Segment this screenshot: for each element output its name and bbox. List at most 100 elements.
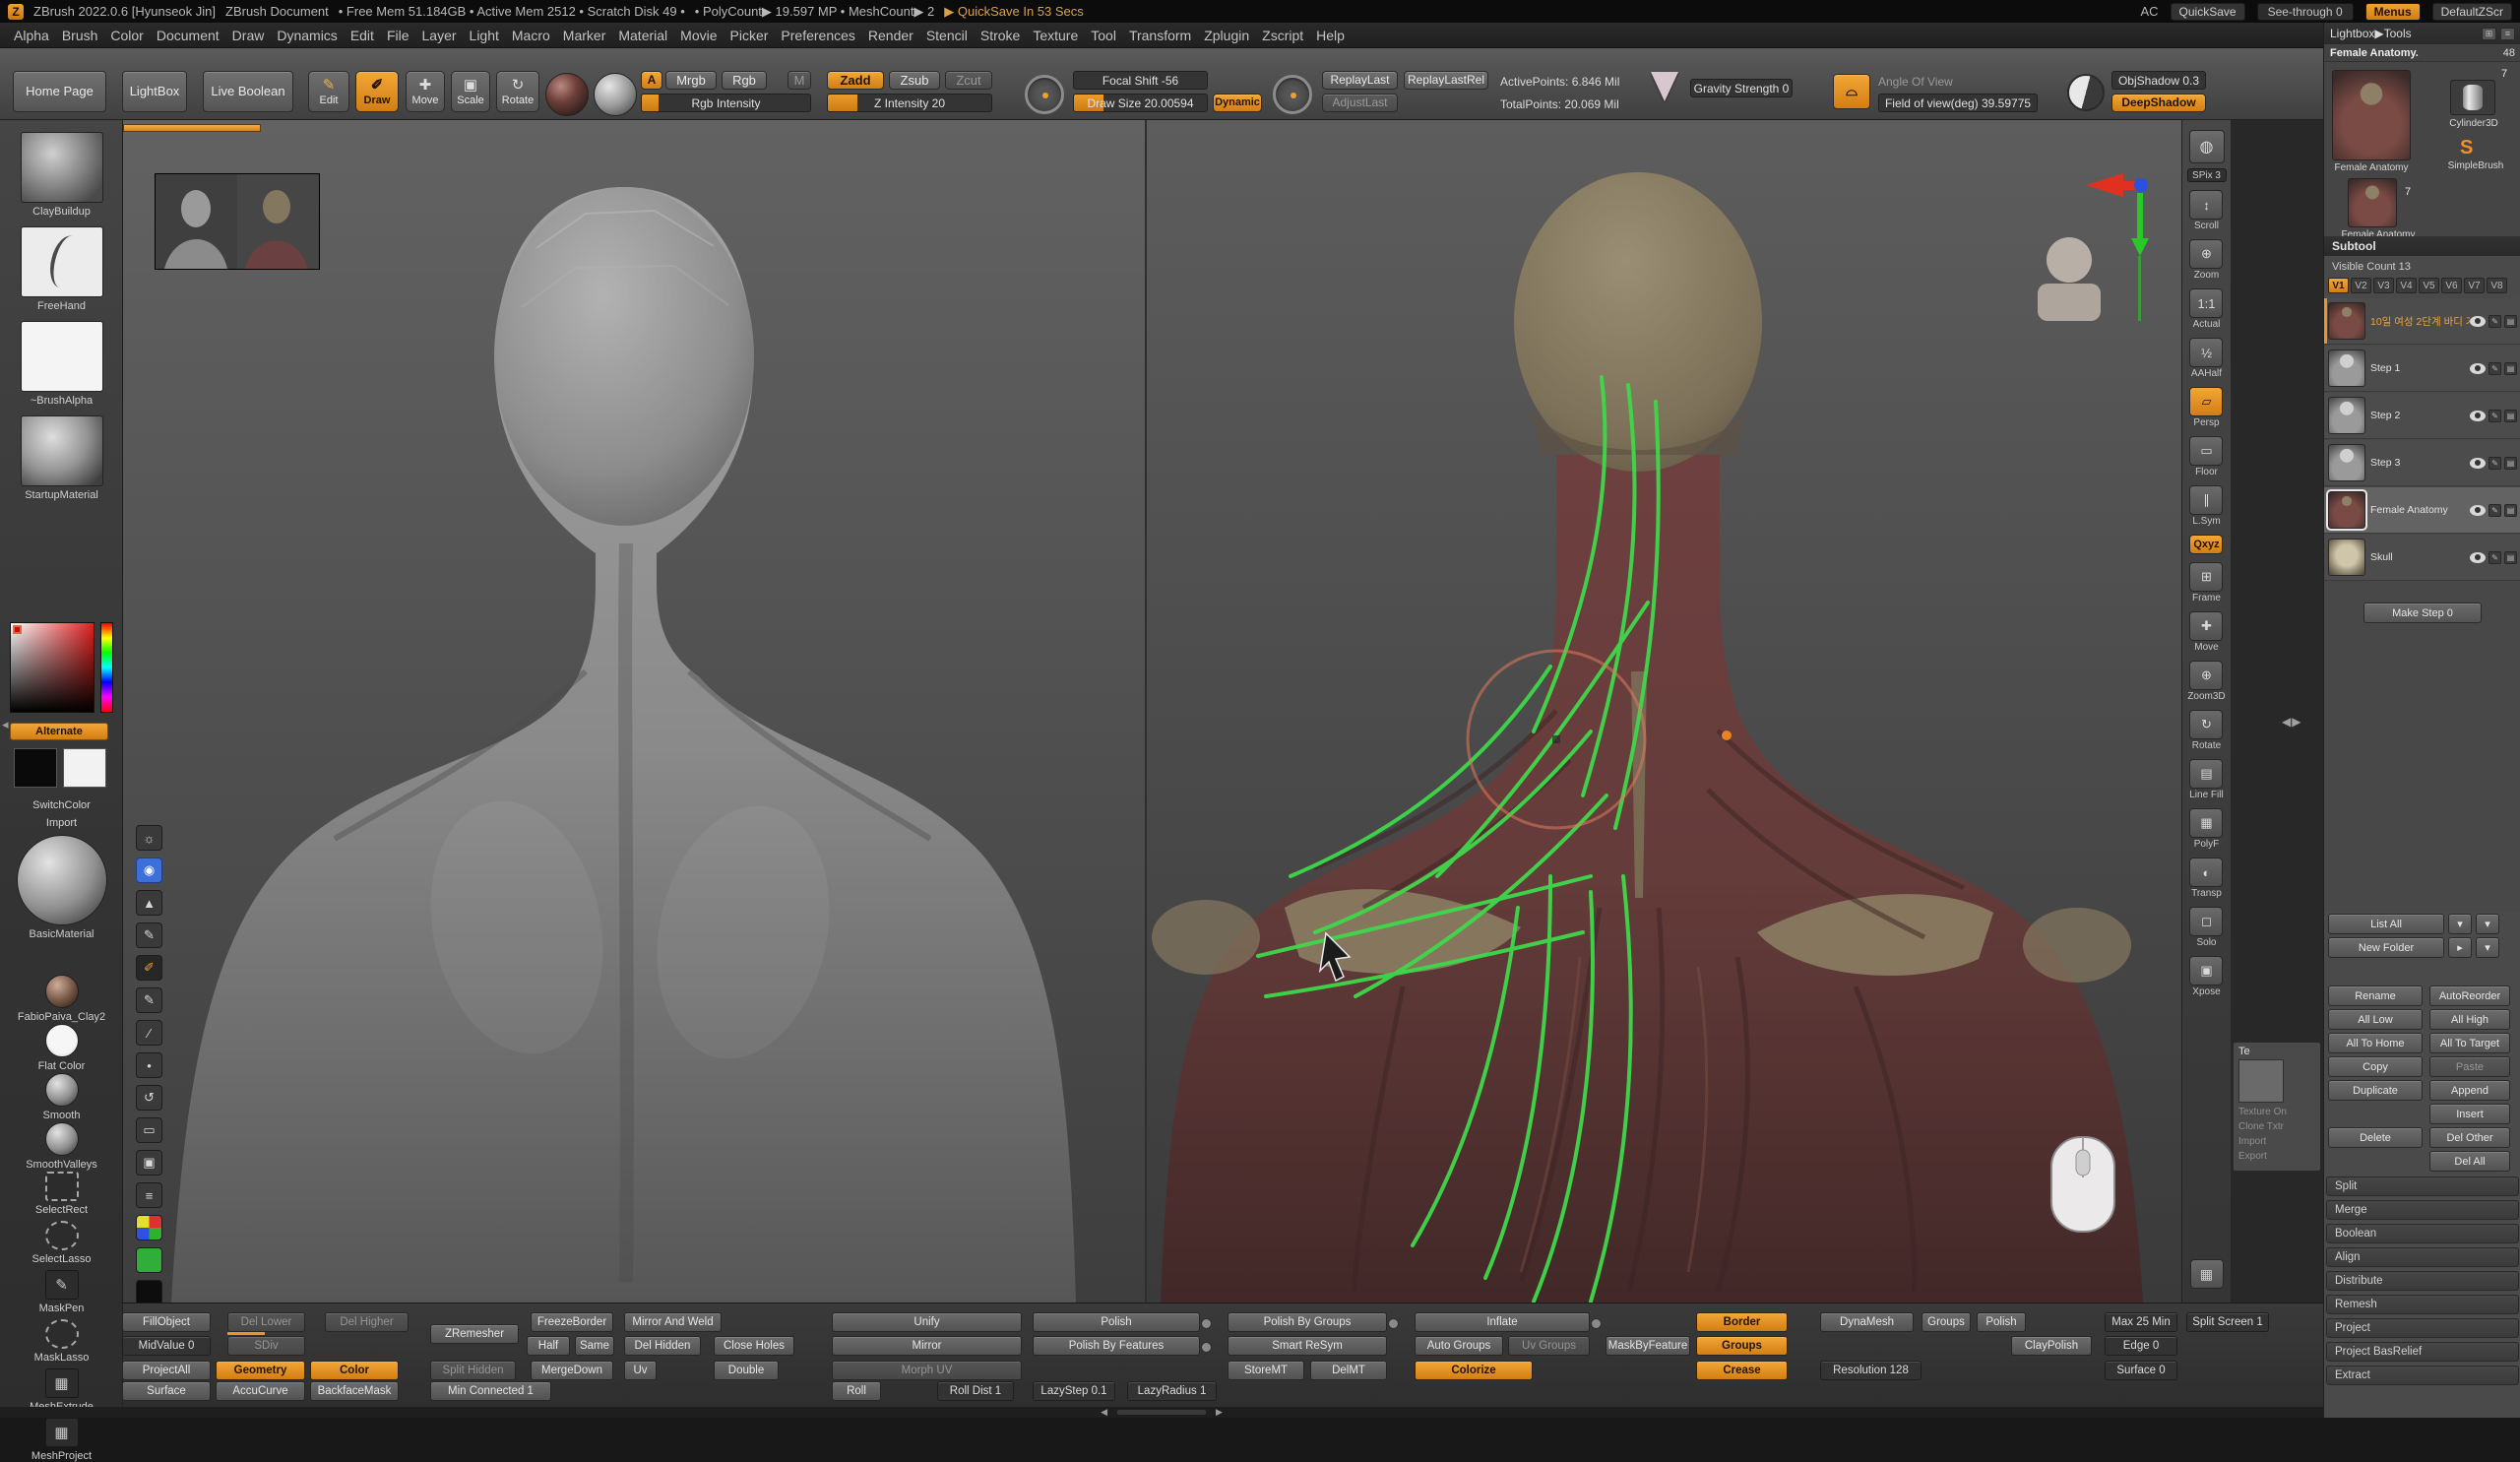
geo-delmt-40[interactable]: DelMT — [1310, 1361, 1387, 1380]
brush-slot-claybuildup[interactable]: ClayBuildup — [0, 132, 123, 218]
field-of-view-slider[interactable]: Field of view(deg) 39.59775 — [1878, 94, 2038, 112]
subtool-row-female-anatomy[interactable]: Female Anatomy✎▤ — [2324, 487, 2520, 534]
geo-sdiv-17[interactable]: SDiv — [227, 1336, 305, 1356]
section-distribute[interactable]: Distribute — [2326, 1271, 2519, 1291]
button-del-all[interactable]: Del All — [2429, 1151, 2510, 1172]
geo-smart-resym-24[interactable]: Smart ReSym — [1228, 1336, 1387, 1356]
geo-fillobject-0[interactable]: FillObject — [122, 1312, 211, 1332]
button-all-low[interactable]: All Low — [2328, 1009, 2423, 1030]
trash-icon[interactable]: ▭ — [136, 1117, 162, 1143]
paint-icon[interactable]: ✎ — [2488, 410, 2501, 422]
menu-item-dynamics[interactable]: Dynamics — [277, 28, 337, 43]
tool-panel-header[interactable]: Lightbox▶Tools ⊞≡ — [2324, 23, 2520, 44]
button-duplicate[interactable]: Duplicate — [2328, 1080, 2423, 1101]
brush-slot-startupmaterial[interactable]: StartupMaterial — [0, 415, 123, 501]
section-extract[interactable]: Extract — [2326, 1366, 2519, 1385]
geo-polish-by-groups-8[interactable]: Polish By Groups — [1228, 1312, 1387, 1332]
visibility-icon[interactable] — [2470, 411, 2486, 421]
main-color-swatch[interactable] — [14, 748, 57, 788]
replay-last-button[interactable]: ReplayLast — [1322, 71, 1398, 90]
geo-color-33[interactable]: Color — [310, 1361, 399, 1380]
section-align[interactable]: Align — [2326, 1247, 2519, 1267]
button-all-high[interactable]: All High — [2429, 1009, 2510, 1030]
mask-icon[interactable]: ▤ — [2504, 410, 2517, 422]
button-insert[interactable]: Insert — [2429, 1104, 2510, 1124]
replay-icon[interactable] — [1273, 75, 1312, 114]
stamp-icon[interactable]: ▣ — [136, 1150, 162, 1176]
menus-button[interactable]: Menus — [2365, 3, 2421, 21]
alternate-button[interactable]: Alternate — [10, 723, 108, 740]
bottom-scrollbar[interactable]: ◀ ▶ — [0, 1407, 2323, 1418]
geo-colorize-41[interactable]: Colorize — [1415, 1361, 1533, 1380]
menu-item-document[interactable]: Document — [157, 28, 220, 43]
mask-icon[interactable]: ▤ — [2504, 504, 2517, 517]
brush-slot-brushalpha[interactable]: ~BrushAlpha — [0, 321, 123, 407]
button-copy[interactable]: Copy — [2328, 1056, 2423, 1077]
palette-icon[interactable] — [136, 1215, 162, 1240]
material-slot-smooth[interactable]: Smooth — [0, 1073, 123, 1121]
shelf-item-rotate[interactable]: ↻Rotate — [2189, 710, 2223, 751]
texture-texture-on[interactable]: Texture On — [2238, 1107, 2315, 1117]
home-page-button[interactable]: Home Page — [13, 71, 106, 112]
geo-accucurve-46[interactable]: AccuCurve — [216, 1381, 305, 1401]
dynamic-toggle[interactable]: Dynamic — [1213, 94, 1262, 112]
section-remesh[interactable]: Remesh — [2326, 1295, 2519, 1314]
shelf-item-xpose[interactable]: ▣Xpose — [2189, 956, 2223, 997]
geo-close-holes-21[interactable]: Close Holes — [714, 1336, 794, 1356]
list-up-icon[interactable]: ▾ — [2448, 914, 2472, 934]
list-down-icon[interactable]: ▾ — [2476, 914, 2499, 934]
subtool-row-10일-여성-2단계-바디-거상-하체[interactable]: 10일 여성 2단계 바디 거상 - 하체✎▤ — [2324, 298, 2520, 345]
adjust-last-button[interactable]: AdjustLast — [1322, 94, 1398, 112]
section-project-basrelief[interactable]: Project BasRelief — [2326, 1342, 2519, 1362]
shelf-item-zoom3d[interactable]: ⊕Zoom3D — [2187, 661, 2225, 702]
material-slot-flat-color[interactable]: Flat Color — [0, 1024, 123, 1072]
shelf-item-floor[interactable]: ▭Floor — [2189, 436, 2223, 477]
button-paste[interactable]: Paste — [2429, 1056, 2510, 1077]
geo-zremesher-3[interactable]: ZRemesher — [430, 1324, 519, 1344]
menu-item-color[interactable]: Color — [110, 28, 143, 43]
light-icon[interactable]: ☼ — [136, 825, 162, 851]
geo-lazystep-0-1-51[interactable]: LazyStep 0.1 — [1033, 1381, 1115, 1401]
mrgb-button[interactable]: Mrgb — [665, 71, 717, 90]
shelf-item-move[interactable]: ✚Move — [2189, 611, 2223, 653]
geo-auto-groups-25[interactable]: Auto Groups — [1415, 1336, 1503, 1356]
geo-morph-uv-38[interactable]: Morph UV — [832, 1361, 1022, 1380]
material-slot-selectlasso[interactable]: SelectLasso — [0, 1221, 123, 1265]
menu-item-zscript[interactable]: Zscript — [1262, 28, 1303, 43]
button-del-other[interactable]: Del Other — [2429, 1127, 2510, 1148]
tab-v8[interactable]: V8 — [2487, 278, 2507, 293]
geo-groups-12[interactable]: Groups — [1922, 1312, 1971, 1332]
geo-edge-0-30[interactable]: Edge 0 — [2105, 1336, 2177, 1356]
menu-item-alpha[interactable]: Alpha — [14, 28, 49, 43]
mask-icon[interactable]: ▤ — [2504, 362, 2517, 375]
menu-item-layer[interactable]: Layer — [422, 28, 457, 43]
cursor-icon[interactable]: ▲ — [136, 890, 162, 916]
tab-v4[interactable]: V4 — [2396, 278, 2417, 293]
menu-item-file[interactable]: File — [387, 28, 410, 43]
paint-icon[interactable]: ✎ — [2488, 315, 2501, 328]
button-append[interactable]: Append — [2429, 1080, 2510, 1101]
quicksave-button[interactable]: QuickSave — [2171, 3, 2245, 21]
geo-backfacemask-47[interactable]: BackfaceMask — [310, 1381, 399, 1401]
visibility-icon[interactable] — [2470, 552, 2486, 563]
material-slot-fabiopaiva-clay2[interactable]: FabioPaiva_Clay2 — [0, 975, 123, 1023]
subtool-row-skull[interactable]: Skull✎▤ — [2324, 535, 2520, 581]
folder-next-icon[interactable]: ▾ — [2476, 937, 2499, 958]
menu-item-picker[interactable]: Picker — [730, 28, 769, 43]
geo-roll-dist-1-50[interactable]: Roll Dist 1 — [937, 1381, 1014, 1401]
make-step-button[interactable]: Make Step 0 — [2363, 603, 2482, 623]
zsub-button[interactable]: Zsub — [889, 71, 940, 90]
geo-mirror-22[interactable]: Mirror — [832, 1336, 1022, 1356]
menu-item-macro[interactable]: Macro — [512, 28, 550, 43]
geo-mergedown-35[interactable]: MergeDown — [531, 1361, 613, 1380]
import-button[interactable]: Import — [0, 817, 123, 829]
geo-storemt-39[interactable]: StoreMT — [1228, 1361, 1304, 1380]
sdiv-mini-slider[interactable] — [227, 1332, 265, 1335]
geo-inflate-9[interactable]: Inflate — [1415, 1312, 1590, 1332]
shelf-item-transp[interactable]: ◐Transp — [2189, 858, 2223, 899]
lightbox-button[interactable]: LightBox — [122, 71, 187, 112]
tab-v1[interactable]: V1 — [2328, 278, 2349, 293]
canvas-viewport[interactable]: ☼◉▲✎✐✎∕•↺▭▣≡ — [123, 120, 2181, 1303]
current-tool-row[interactable]: Female Anatomy. 48 — [2324, 44, 2520, 62]
z-intensity-slider[interactable]: Z Intensity 20 — [827, 94, 992, 112]
